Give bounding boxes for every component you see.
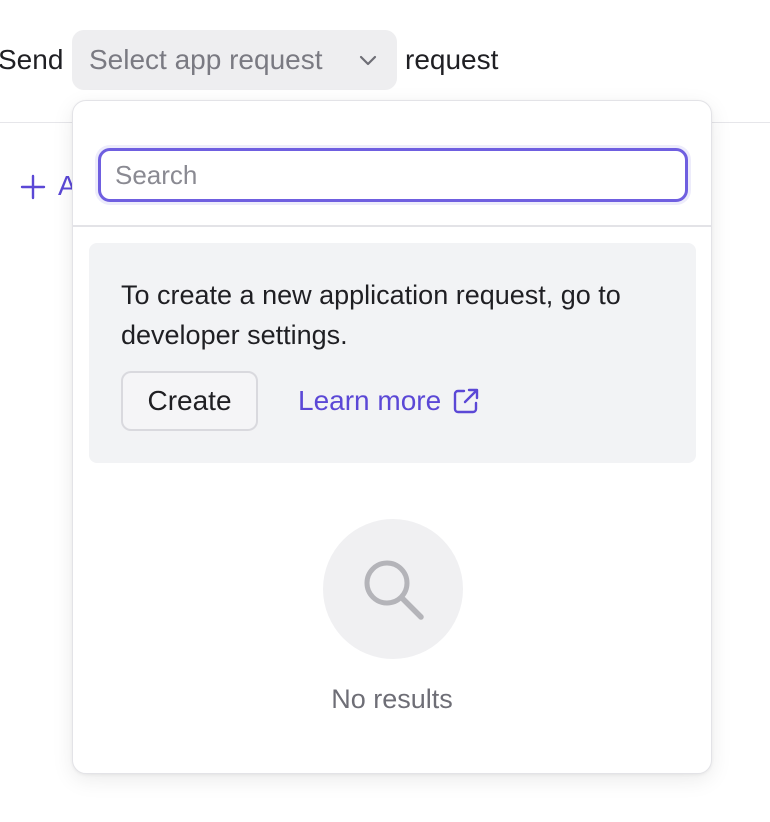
app-request-select[interactable]: Select app request	[72, 30, 397, 90]
chevron-down-icon	[357, 49, 379, 71]
no-results-text: No results	[331, 684, 453, 714]
search-icon	[364, 560, 424, 620]
learn-more-label: Learn more	[298, 385, 442, 416]
request-label: request	[405, 44, 499, 75]
external-link-icon	[451, 386, 481, 416]
create-button[interactable]: Create	[121, 371, 258, 431]
app-request-dropdown: To create a new application request, go …	[72, 100, 712, 774]
page: Send Select app request request A To cre…	[0, 0, 770, 822]
send-label: Send	[0, 44, 64, 75]
info-text: To create a new application request, go …	[121, 280, 621, 350]
select-placeholder: Select app request	[89, 44, 323, 75]
info-box: To create a new application request, go …	[89, 243, 696, 463]
add-button[interactable]: A	[20, 168, 77, 204]
divider	[73, 225, 711, 227]
search-input[interactable]	[98, 148, 688, 202]
plus-icon	[20, 173, 46, 200]
learn-more-link[interactable]: Learn more	[298, 381, 481, 421]
empty-state-illustration	[323, 519, 463, 659]
